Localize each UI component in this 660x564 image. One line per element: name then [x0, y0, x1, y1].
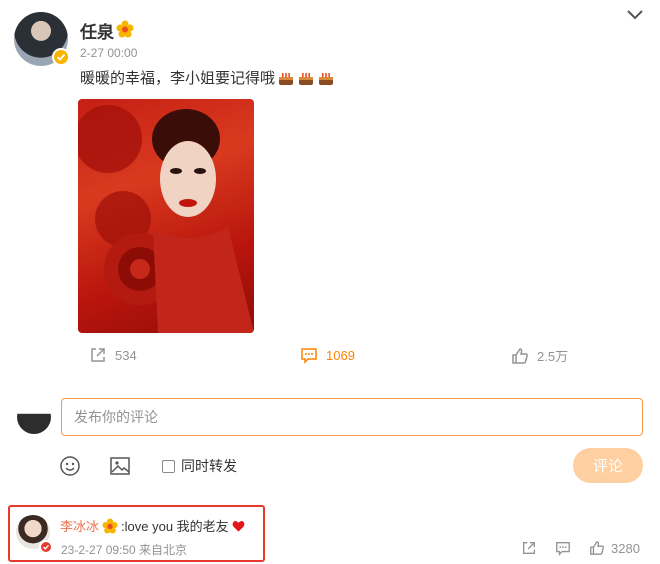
- comment-repost-button[interactable]: [521, 540, 537, 556]
- cake-emoji-icon: [319, 72, 334, 85]
- repost-checkbox-label: 同时转发: [181, 458, 237, 474]
- repost-button[interactable]: 534: [89, 346, 137, 364]
- like-button[interactable]: 2.5万: [511, 346, 568, 365]
- comment-text: :love you 我的老友: [121, 519, 229, 534]
- cake-emoji-icon: [299, 72, 314, 85]
- submit-comment-button[interactable]: 评论: [573, 448, 643, 483]
- author-name[interactable]: 任泉: [80, 18, 114, 43]
- image-upload-icon[interactable]: [109, 455, 131, 477]
- comment-content: 李冰冰 :love you 我的老友: [60, 516, 245, 535]
- thumbs-up-icon: [512, 347, 528, 364]
- repost-count: 534: [115, 347, 137, 363]
- repost-icon: [91, 348, 105, 362]
- comment-reply-button[interactable]: [555, 540, 571, 556]
- comment-button[interactable]: 1069: [300, 346, 355, 364]
- checkbox-box[interactable]: [162, 459, 175, 473]
- verified-badge-icon: [39, 540, 53, 554]
- emoji-icon[interactable]: [59, 455, 81, 477]
- comment-icon: [301, 348, 317, 364]
- flower-icon: [102, 517, 118, 534]
- comment-like-button[interactable]: 3280: [589, 540, 640, 556]
- current-user-avatar: [17, 400, 51, 434]
- repost-checkbox[interactable]: 同时转发: [162, 456, 237, 476]
- repost-icon: [523, 542, 535, 554]
- verified-badge-icon: [52, 48, 70, 66]
- post-text: 暖暖的幸福，李小姐要记得哦: [80, 67, 335, 88]
- comment-input[interactable]: [61, 398, 643, 436]
- cake-emoji-icon: [279, 72, 294, 85]
- comment-like-count: 3280: [611, 540, 640, 556]
- post-time[interactable]: 2-27 00:00: [80, 46, 137, 60]
- post-image[interactable]: [78, 99, 254, 333]
- like-count: 2.5万: [537, 349, 569, 364]
- flower-icon: [116, 20, 134, 38]
- comment-count: 1069: [326, 347, 355, 363]
- chevron-down-icon[interactable]: [626, 8, 644, 22]
- comment-icon: [556, 542, 570, 556]
- post-text-content: 暖暖的幸福，李小姐要记得哦: [80, 70, 276, 87]
- comment-meta: 23-2-27 09:50 来自北京: [61, 543, 188, 557]
- comment-author-name[interactable]: 李冰冰: [60, 516, 99, 535]
- heart-icon: [232, 520, 245, 532]
- portrait-illustration: [78, 105, 254, 333]
- thumbs-up-icon: [590, 541, 604, 555]
